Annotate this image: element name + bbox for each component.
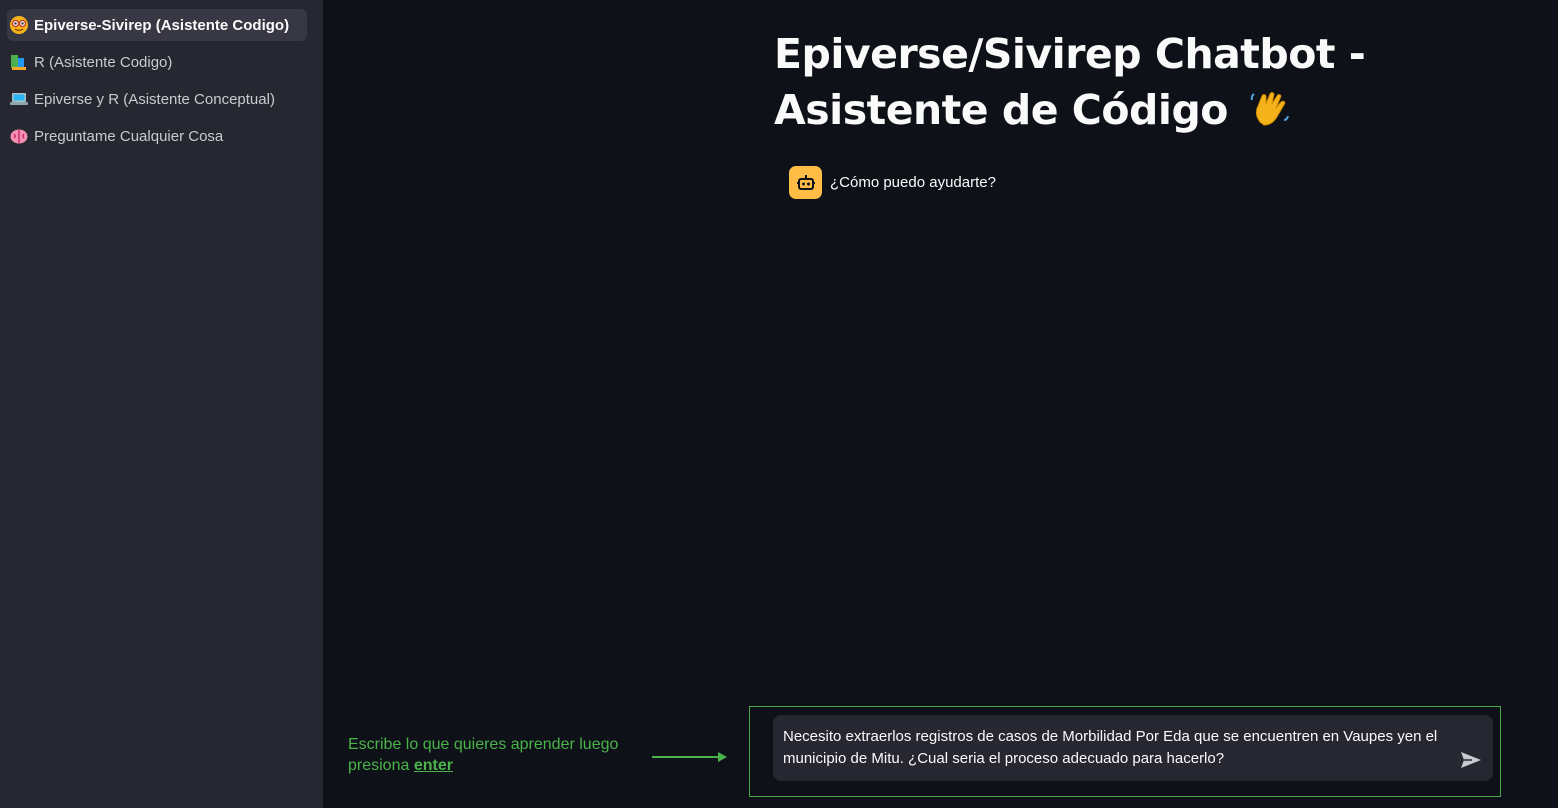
sidebar-item-label: Epiverse y R (Asistente Conceptual) — [34, 90, 275, 108]
chat-message-text: ¿Cómo puedo ayudarte? — [830, 174, 996, 191]
robot-icon — [789, 166, 822, 199]
waving-hand-icon — [1248, 88, 1290, 144]
face-with-glasses-icon — [9, 15, 29, 35]
sidebar-item-epiverse-y-r[interactable]: Epiverse y R (Asistente Conceptual) — [7, 83, 307, 115]
sidebar-item-label: R (Asistente Codigo) — [34, 53, 173, 71]
sidebar-item-label: Preguntame Cualquier Cosa — [34, 127, 224, 145]
sidebar-item-preguntame[interactable]: Preguntame Cualquier Cosa — [7, 120, 307, 152]
sidebar-item-label: Epiverse-Sivirep (Asistente Codigo) — [34, 16, 290, 34]
laptop-icon — [9, 89, 29, 109]
arrow-right-icon — [652, 750, 728, 768]
hint-key: enter — [413, 757, 453, 774]
brain-icon — [9, 126, 29, 146]
books-icon — [9, 52, 29, 72]
chat-input[interactable]: Necesito extraerlos registros de casos d… — [773, 715, 1493, 781]
hint-text: Escribe lo que quieres aprender luego pr… — [348, 736, 619, 774]
hint-annotation: Escribe lo que quieres aprender luego pr… — [348, 734, 648, 776]
send-icon[interactable] — [1460, 750, 1482, 770]
chat-input-text: Necesito extraerlos registros de casos d… — [783, 728, 1438, 767]
chat-message-assistant: ¿Cómo puedo ayudarte? — [789, 166, 996, 199]
sidebar: Epiverse-Sivirep (Asistente Codigo) R (A… — [0, 0, 323, 808]
sidebar-item-epiverse-sivirep[interactable]: Epiverse-Sivirep (Asistente Codigo) — [7, 9, 307, 41]
chat-input-highlight: Necesito extraerlos registros de casos d… — [749, 706, 1501, 797]
sidebar-item-r[interactable]: R (Asistente Codigo) — [7, 46, 307, 78]
main-area: Epiverse/Sivirep Chatbot - Asistente de … — [323, 0, 1558, 808]
page-title: Epiverse/Sivirep Chatbot - Asistente de … — [774, 26, 1494, 144]
